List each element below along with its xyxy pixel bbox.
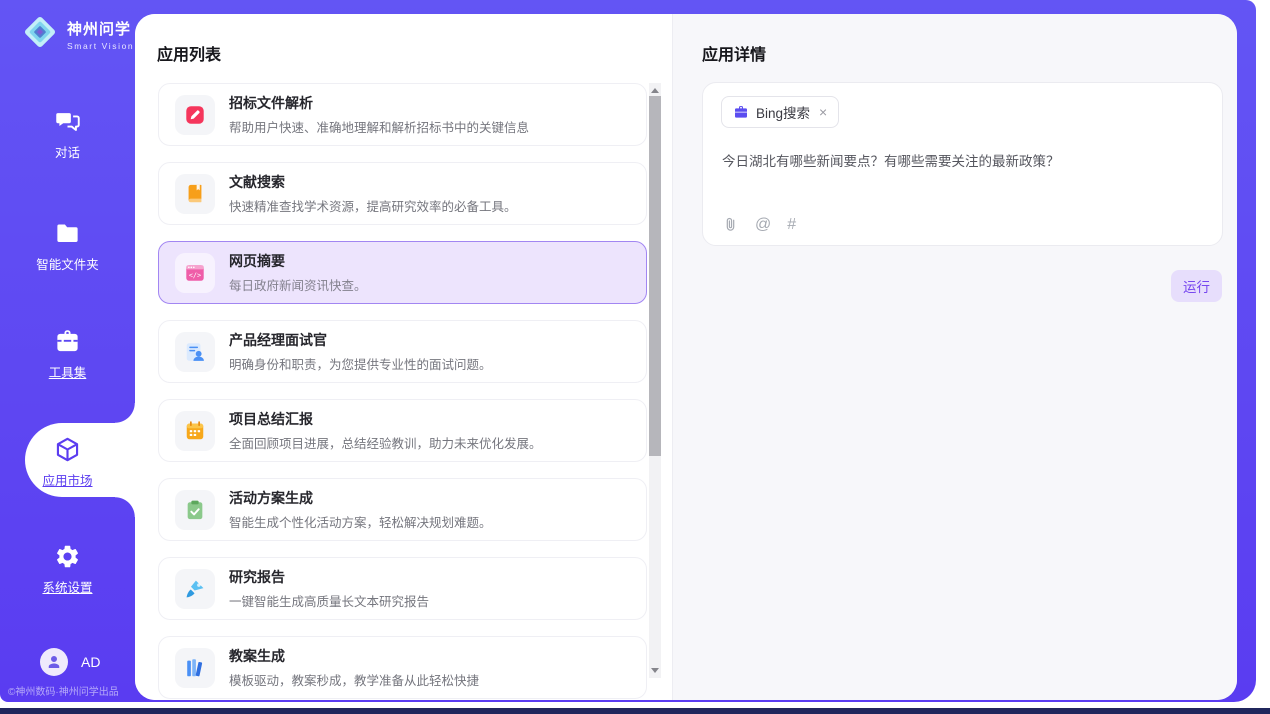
gear-icon: [54, 543, 81, 570]
scroll-up-arrow-icon[interactable]: [651, 88, 659, 93]
brand-logo: 神州问学 Smart Vision: [20, 12, 134, 57]
brand-diamond-icon: [20, 12, 60, 57]
sidebar-item-folder[interactable]: 智能文件夹: [0, 220, 135, 273]
calendar-icon: [175, 411, 215, 451]
app-card-description: 快速精准查找学术资源，提高研究效率的必备工具。: [229, 196, 517, 215]
app-card-description: 帮助用户快速、准确地理解和解析招标书中的关键信息: [229, 117, 529, 136]
app-card-description: 明确身份和职责，为您提供专业性的面试问题。: [229, 354, 492, 373]
sidebar-item-toolbox[interactable]: 工具集: [0, 328, 135, 381]
app-card-description: 全面回顾项目进展，总结经验教训，助力未来优化发展。: [229, 433, 542, 452]
tag-close-icon[interactable]: ×: [819, 105, 827, 119]
app-card-description: 每日政府新闻资讯快查。: [229, 275, 367, 294]
bing-search-tag[interactable]: Bing搜索 ×: [721, 96, 839, 128]
app-card[interactable]: 文献搜索快速精准查找学术资源，提高研究效率的必备工具。: [158, 162, 647, 225]
app-detail-title: 应用详情: [702, 41, 766, 65]
app-card[interactable]: </> 网页摘要每日政府新闻资讯快查。: [158, 241, 647, 304]
app-card-title: 活动方案生成: [229, 488, 492, 508]
sidebar-item-label: 智能文件夹: [0, 254, 135, 273]
app-card-title: 项目总结汇报: [229, 409, 542, 429]
svg-text:</>: </>: [189, 271, 201, 279]
main-content: 应用列表 招标文件解析帮助用户快速、准确地理解和解析招标书中的关键信息文献搜索快…: [135, 14, 1237, 700]
clipboard-icon: [175, 490, 215, 530]
app-card-description: 智能生成个性化活动方案，轻松解决规划难题。: [229, 512, 492, 531]
toolbox-icon: [54, 328, 81, 355]
briefcase-icon: [733, 104, 749, 120]
app-list-panel: 应用列表 招标文件解析帮助用户快速、准确地理解和解析招标书中的关键信息文献搜索快…: [135, 14, 672, 700]
sidebar-item-chat[interactable]: 对话: [0, 108, 135, 161]
query-input[interactable]: 今日湖北有哪些新闻要点？有哪些需要关注的最新政策？: [722, 152, 1204, 172]
run-button[interactable]: 运行: [1171, 270, 1222, 302]
sidebar-item-label: 应用市场: [0, 470, 135, 489]
app-card-title: 文献搜索: [229, 172, 517, 192]
sidebar-item-label: 工具集: [0, 362, 135, 381]
sidebar: 神州问学 Smart Vision 对话智能文件夹工具集应用市场系统设置 AD …: [0, 0, 135, 702]
edit-square-icon: [175, 95, 215, 135]
user-row[interactable]: AD: [40, 648, 100, 676]
app-detail-panel: 应用详情 Bing搜索 × 今日湖北有哪些新闻要点？有哪些需要关注的最新政策？ …: [672, 14, 1237, 700]
chat-icon: [54, 108, 81, 135]
paperclip-icon[interactable]: [722, 216, 739, 233]
app-card[interactable]: 招标文件解析帮助用户快速、准确地理解和解析招标书中的关键信息: [158, 83, 647, 146]
book-icon: [175, 174, 215, 214]
app-card-list: 招标文件解析帮助用户快速、准确地理解和解析招标书中的关键信息文献搜索快速精准查找…: [158, 83, 647, 699]
app-card-title: 产品经理面试官: [229, 330, 492, 350]
sidebar-item-label: 对话: [0, 142, 135, 161]
sidebar-item-label: 系统设置: [0, 577, 135, 596]
app-card-description: 模板驱动，教案秒成，教学准备从此轻松快捷: [229, 670, 479, 689]
mention-icon[interactable]: @: [755, 217, 771, 233]
app-card-title: 招标文件解析: [229, 93, 529, 113]
cube-icon: [54, 436, 81, 463]
app-card[interactable]: 研究报告一键智能生成高质量长文本研究报告: [158, 557, 647, 620]
app-card[interactable]: 教案生成模板驱动，教案秒成，教学准备从此轻松快捷: [158, 636, 647, 699]
app-card-title: 网页摘要: [229, 251, 367, 271]
app-list-title: 应用列表: [157, 41, 221, 65]
user-name: AD: [81, 654, 100, 670]
brand-title: 神州问学: [67, 18, 134, 39]
app-card-description: 一键智能生成高质量长文本研究报告: [229, 591, 429, 610]
user-avatar-icon: [40, 648, 68, 676]
scroll-down-arrow-icon[interactable]: [651, 668, 659, 673]
app-card[interactable]: 活动方案生成智能生成个性化活动方案，轻松解决规划难题。: [158, 478, 647, 541]
app-card-title: 教案生成: [229, 646, 479, 666]
sidebar-item-cube[interactable]: 应用市场: [0, 436, 135, 489]
app-card[interactable]: 项目总结汇报全面回顾项目进展，总结经验教训，助力未来优化发展。: [158, 399, 647, 462]
app-card-title: 研究报告: [229, 567, 429, 587]
scrollbar[interactable]: [649, 83, 661, 678]
tag-label: Bing搜索: [756, 102, 810, 122]
books-icon: [175, 648, 215, 688]
attachment-toolbar: @ #: [722, 216, 796, 233]
interview-icon: [175, 332, 215, 372]
brand-subtitle: Smart Vision: [67, 41, 134, 51]
sidebar-item-gear[interactable]: 系统设置: [0, 543, 135, 596]
bottom-window-bar: [0, 708, 1270, 714]
prompt-card: Bing搜索 × 今日湖北有哪些新闻要点？有哪些需要关注的最新政策？ @ #: [702, 82, 1223, 246]
sidebar-footer: ©神州数码·神州问学出品: [8, 683, 138, 698]
pen-icon: [175, 569, 215, 609]
browser-icon: </>: [175, 253, 215, 293]
app-card[interactable]: 产品经理面试官明确身份和职责，为您提供专业性的面试问题。: [158, 320, 647, 383]
hash-icon[interactable]: #: [787, 217, 796, 233]
scrollbar-thumb[interactable]: [649, 96, 661, 456]
folder-icon: [54, 220, 81, 247]
